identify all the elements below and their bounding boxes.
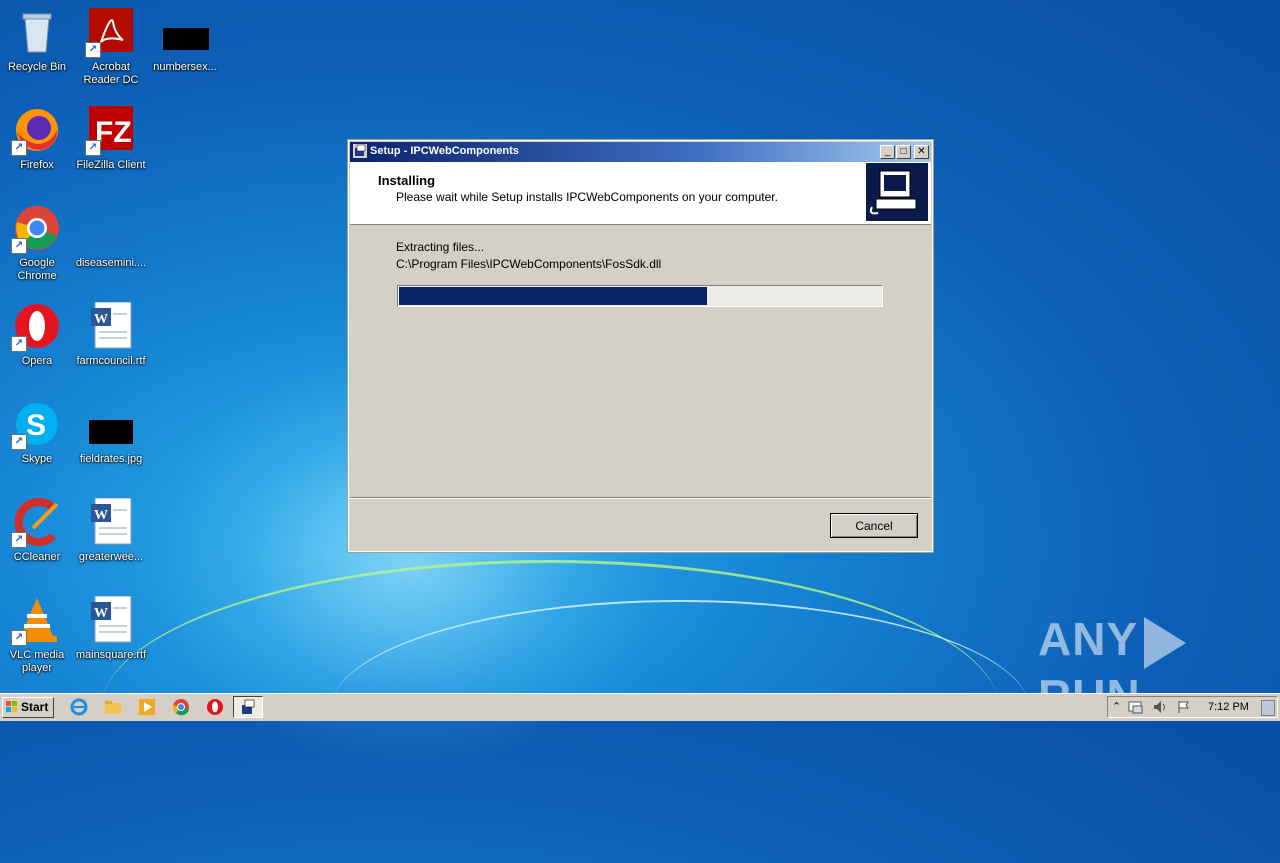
volume-icon[interactable] bbox=[1152, 700, 1168, 714]
opera-icon: ↗ bbox=[11, 302, 61, 352]
firefox-icon: ↗ bbox=[11, 106, 61, 156]
play-logo-icon bbox=[1144, 616, 1187, 669]
internet-explorer-icon[interactable] bbox=[70, 698, 88, 716]
setup-taskbar-button[interactable] bbox=[233, 696, 263, 718]
windows-logo-icon bbox=[6, 701, 17, 712]
shortcut-arrow-icon: ↗ bbox=[85, 42, 101, 58]
page-subtitle: Please wait while Setup installs IPCWebC… bbox=[396, 190, 778, 204]
start-label: Start bbox=[21, 700, 49, 714]
installer-computer-icon bbox=[866, 163, 928, 221]
shortcut-arrow-icon: ↗ bbox=[11, 630, 27, 646]
page-title: Installing bbox=[378, 173, 436, 188]
desktop-icon-firefox[interactable]: ↗ Firefox bbox=[0, 106, 74, 172]
close-button[interactable]: ✕ bbox=[914, 145, 929, 159]
install-progress-bar bbox=[397, 285, 883, 307]
shortcut-arrow-icon: ↗ bbox=[11, 532, 27, 548]
vlc-icon: ↗ bbox=[11, 596, 61, 646]
shortcut-arrow-icon: ↗ bbox=[85, 140, 101, 156]
opera-taskbar-icon[interactable] bbox=[206, 698, 224, 716]
desktop-icon-label: mainsquare.rtf bbox=[75, 649, 147, 661]
word-document-icon: W bbox=[87, 497, 135, 546]
desktop-icon-label: VLC media player bbox=[9, 649, 65, 674]
desktop-icon-label: Google Chrome bbox=[17, 257, 57, 282]
chrome-taskbar-icon[interactable] bbox=[172, 698, 190, 716]
desktop-icon-label: greaterwee... bbox=[78, 551, 144, 563]
word-document-icon: W bbox=[87, 301, 135, 350]
svg-text:W: W bbox=[94, 606, 108, 621]
system-tray: ⌃ 7:12 PM bbox=[1107, 696, 1278, 718]
desktop-icon-acrobat[interactable]: ↗ Acrobat Reader DC bbox=[74, 8, 148, 87]
wizard-header: Installing Please wait while Setup insta… bbox=[350, 162, 931, 225]
media-player-icon[interactable] bbox=[138, 698, 156, 716]
desktop-icon-greaterwee[interactable]: W greaterwee... bbox=[74, 497, 148, 564]
chrome-icon: ↗ bbox=[11, 204, 61, 254]
setup-app-icon bbox=[353, 144, 367, 158]
current-file-path: C:\Program Files\IPCWebComponents\FosSdk… bbox=[396, 257, 662, 271]
show-desktop-button[interactable] bbox=[1261, 700, 1275, 716]
desktop-icon-label: FileZilla Client bbox=[76, 159, 146, 171]
skype-icon: S ↗ bbox=[11, 400, 61, 450]
desktop-icon-label: numbersex... bbox=[153, 61, 217, 73]
network-flag-icon[interactable] bbox=[1176, 700, 1192, 714]
progress-fill bbox=[399, 287, 707, 305]
show-hidden-icons-icon[interactable]: ⌃ bbox=[1112, 700, 1121, 713]
maximize-button[interactable]: □ bbox=[896, 145, 911, 159]
window-title: Setup - IPCWebComponents bbox=[370, 145, 519, 157]
recycle-bin-icon bbox=[13, 8, 61, 56]
desktop-icon-opera[interactable]: ↗ Opera bbox=[0, 302, 74, 368]
file-thumbnail-icon bbox=[87, 204, 135, 252]
word-document-icon: W bbox=[87, 595, 135, 644]
watermark-text-left: ANY bbox=[1038, 613, 1139, 665]
svg-text:W: W bbox=[94, 508, 108, 523]
divider bbox=[350, 497, 931, 499]
desktop-icon-farmcouncil[interactable]: W farmcouncil.rtf bbox=[74, 301, 148, 368]
desktop-icon-label: Acrobat Reader DC bbox=[83, 61, 139, 86]
shortcut-arrow-icon: ↗ bbox=[11, 336, 27, 352]
desktop-icon-label: fieldrates.jpg bbox=[79, 453, 143, 465]
clock[interactable]: 7:12 PM bbox=[1208, 701, 1249, 713]
shortcut-arrow-icon: ↗ bbox=[11, 140, 27, 156]
desktop-icon-label: diseasemini.... bbox=[75, 257, 147, 269]
desktop-icon-vlc[interactable]: ↗ VLC media player bbox=[0, 596, 74, 675]
acrobat-icon: ↗ bbox=[85, 8, 135, 58]
status-text: Extracting files... bbox=[396, 240, 485, 254]
setup-window: Setup - IPCWebComponents _ □ ✕ Installin… bbox=[347, 139, 934, 553]
desktop-icon-numbersex[interactable]: numbersex... bbox=[148, 8, 222, 74]
cancel-button[interactable]: Cancel bbox=[830, 513, 918, 538]
shortcut-arrow-icon: ↗ bbox=[11, 434, 27, 450]
desktop-icon-fieldrates[interactable]: fieldrates.jpg bbox=[74, 400, 148, 466]
filezilla-icon: FZ ↗ bbox=[85, 106, 135, 156]
action-center-icon[interactable] bbox=[1128, 700, 1144, 714]
desktop-icon-diseasemini[interactable]: diseasemini.... bbox=[74, 204, 148, 270]
svg-text:S: S bbox=[26, 409, 46, 442]
desktop-icon-label: Recycle Bin bbox=[7, 61, 67, 73]
desktop-icon-label: Firefox bbox=[20, 159, 54, 171]
minimize-button[interactable]: _ bbox=[880, 145, 895, 159]
ccleaner-icon: ↗ bbox=[11, 498, 61, 548]
image-file-icon bbox=[87, 400, 135, 448]
desktop-icon-label: Skype bbox=[21, 453, 53, 465]
desktop-icon-chrome[interactable]: ↗ Google Chrome bbox=[0, 204, 74, 283]
explorer-folder-icon[interactable] bbox=[104, 698, 122, 716]
shortcut-arrow-icon: ↗ bbox=[11, 238, 27, 254]
svg-text:W: W bbox=[94, 312, 108, 327]
desktop-icon-ccleaner[interactable]: ↗ CCleaner bbox=[0, 498, 74, 564]
desktop-icon-skype[interactable]: S ↗ Skype bbox=[0, 400, 74, 466]
start-button[interactable]: Start bbox=[2, 697, 54, 718]
taskbar: Start ⌃ 7:12 PM bbox=[0, 693, 1280, 721]
desktop-icon-label: CCleaner bbox=[13, 551, 61, 563]
file-thumbnail-icon bbox=[161, 8, 209, 56]
desktop-icon-recycle-bin[interactable]: Recycle Bin bbox=[0, 8, 74, 74]
desktop-icon-mainsquare[interactable]: W mainsquare.rtf bbox=[74, 595, 148, 662]
title-bar[interactable]: Setup - IPCWebComponents _ □ ✕ bbox=[350, 142, 931, 162]
setup-app-icon bbox=[242, 699, 255, 714]
desktop-icon-label: farmcouncil.rtf bbox=[76, 355, 146, 367]
desktop-icon-filezilla[interactable]: FZ ↗ FileZilla Client bbox=[74, 106, 148, 172]
desktop-icon-label: Opera bbox=[21, 355, 53, 367]
